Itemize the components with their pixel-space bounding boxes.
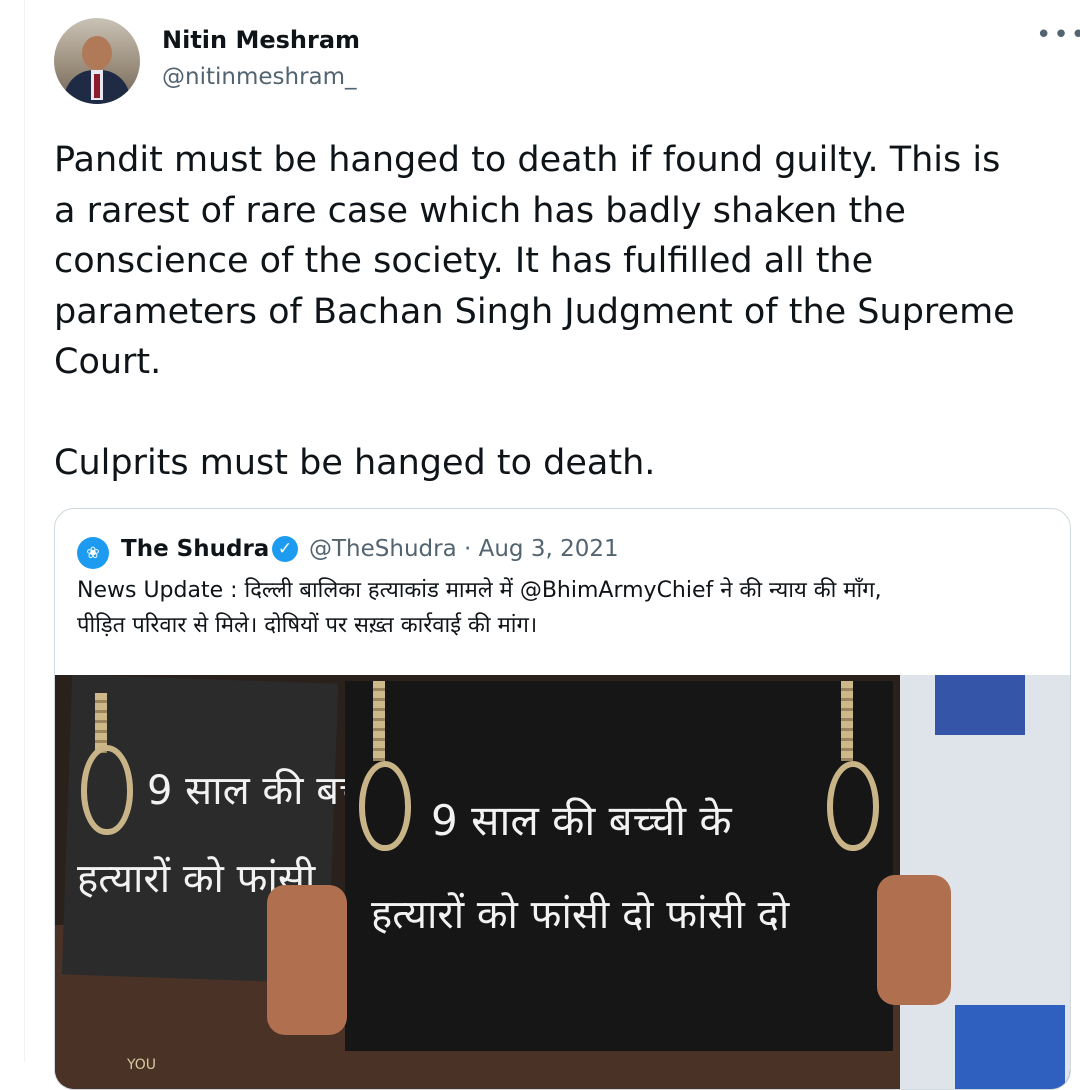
left-sign-rope (95, 693, 107, 753)
corner-shirt-text: YOU (127, 1057, 157, 1073)
quoted-author-handle[interactable]: @TheShudra (309, 536, 457, 562)
verified-badge-icon: ✓ (272, 536, 298, 562)
left-sign-line-1: 9 साल की बच (147, 768, 365, 814)
more-options-icon[interactable]: ••• (1036, 20, 1080, 50)
quoted-text-line-2: पीड़ित परिवार से मिले। दोषियों पर सख़्त … (77, 613, 538, 638)
meta-separator: · (464, 536, 472, 562)
hand-right (877, 875, 951, 1005)
author-name[interactable]: Nitin Meshram (162, 25, 360, 55)
quoted-meta: @TheShudra · Aug 3, 2021 (309, 533, 619, 565)
quoted-author-name[interactable]: The Shudra (121, 533, 269, 565)
main-sign-line-1: 9 साल की बच्ची के (431, 796, 732, 845)
quoted-text-line-1: News Update : दिल्ली बालिका हत्याकांड मा… (77, 578, 882, 603)
tweet-text: Pandit must be hanged to death if found … (54, 140, 1015, 483)
author-handle[interactable]: @nitinmeshram_ (162, 62, 357, 92)
quoted-text: News Update : दिल्ली बालिका हत्याकांड मा… (77, 573, 1047, 643)
quoted-date[interactable]: Aug 3, 2021 (479, 536, 619, 562)
main-sign-noose-right-icon (827, 761, 879, 851)
left-sign-noose-icon (81, 745, 133, 835)
hand-left (267, 885, 347, 1035)
blue-cloth (955, 1005, 1065, 1089)
timeline-divider (24, 0, 25, 1062)
blue-scarf (935, 675, 1025, 735)
main-sign-rope-left (373, 681, 385, 761)
main-sign-rope-right (841, 681, 853, 761)
main-sign-noose-left-icon (359, 761, 411, 851)
author-avatar[interactable] (54, 18, 140, 104)
quoted-media-image[interactable]: 9 साल की बच हत्यारों को फांसी 9 साल की ब… (55, 675, 1070, 1089)
quoted-tweet[interactable]: ❀ The Shudra ✓ @TheShudra · Aug 3, 2021 … (54, 508, 1071, 1090)
main-sign-line-2: हत्यारों को फांसी दो फांसी दो (371, 892, 790, 938)
quoted-avatar[interactable]: ❀ (77, 537, 109, 569)
main-protest-sign (345, 681, 893, 1051)
